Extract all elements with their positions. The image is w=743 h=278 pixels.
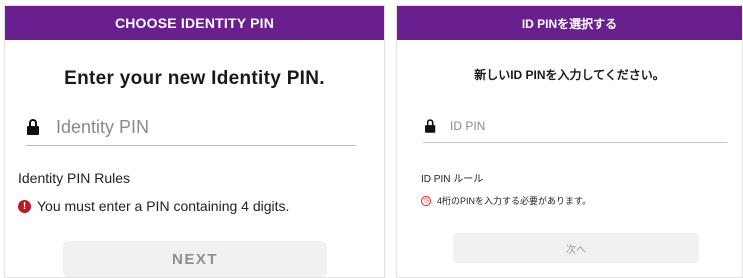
rules-title: Identity PIN Rules [18,170,131,186]
pin-input[interactable] [450,119,727,133]
header-title: ID PINを選択する [521,16,618,31]
lock-icon [26,119,42,135]
header-bar: ID PINを選択する [397,6,742,40]
header-title: CHOOSE IDENTITY PIN [114,15,275,31]
clock-error-icon: ◷ [421,195,431,206]
prompt-title: Enter your new Identity PIN. [64,68,325,89]
next-button[interactable]: NEXT [63,241,327,277]
rule-error-message: ! You must enter a PIN containing 4 digi… [18,198,289,214]
rule-error-text: You must enter a PIN containing 4 digits… [37,198,290,214]
pin-input[interactable] [56,116,356,138]
rules-title: ID PIN ルール [421,174,484,185]
pin-field[interactable] [26,109,356,146]
prompt-title: 新しいID PINを入力してください。 [474,68,665,82]
rule-error-message: ◷ 4桁のPINを入力する必要があります。 [421,194,591,207]
pin-field[interactable] [423,110,727,143]
header-bar: CHOOSE IDENTITY PIN [5,6,384,40]
english-pin-panel: CHOOSE IDENTITY PIN Enter your new Ident… [4,5,385,278]
lock-icon [424,119,438,133]
japanese-pin-panel: ID PINを選択する 新しいID PINを入力してください。 ID PIN ル… [396,5,743,278]
rule-error-text: 4桁のPINを入力する必要があります。 [437,196,592,206]
error-icon: ! [18,199,31,213]
next-button[interactable]: 次へ [453,233,699,263]
